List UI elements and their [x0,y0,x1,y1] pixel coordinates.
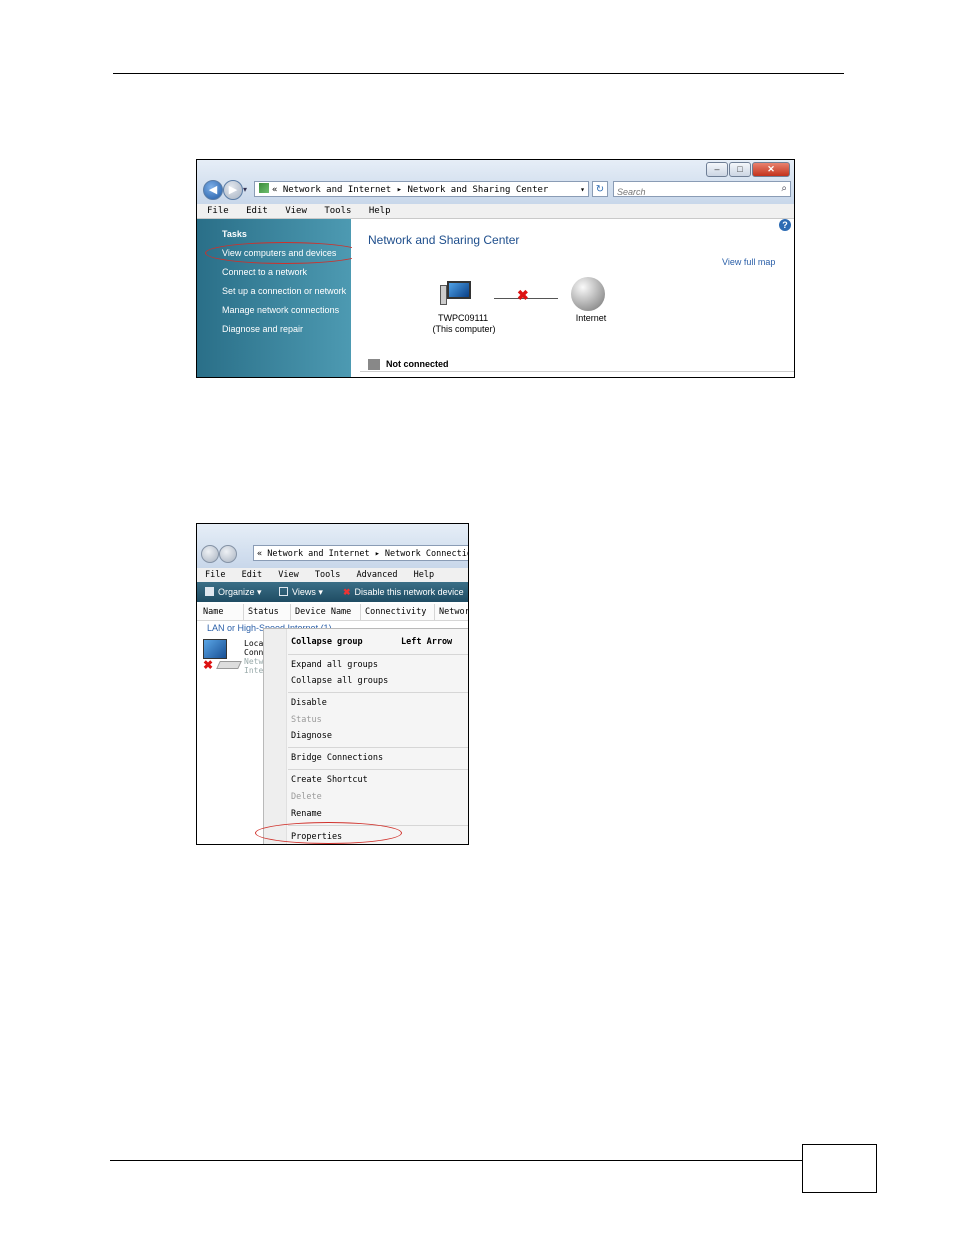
menu-separator [288,769,468,770]
main-content: ? Network and Sharing Center View full m… [352,219,794,377]
window-controls: – □ ✕ [706,162,790,177]
menu-edit[interactable]: Edit [242,570,262,580]
menu-collapse-group[interactable]: Collapse group [291,637,363,647]
column-connectivity[interactable]: Connectivity [360,604,426,620]
organize-button[interactable]: Organize ▾ [205,582,262,602]
disconnected-x-icon: ✖ [517,287,529,303]
organize-icon [205,587,214,596]
highlight-oval [205,242,364,264]
maximize-button[interactable]: □ [729,162,751,177]
address-bar[interactable]: « Network and Internet ▸ Network and Sha… [254,181,589,197]
disable-device-button[interactable]: ✖ Disable this network device [343,582,464,602]
context-menu: Collapse group Left Arrow Expand all gro… [263,628,468,844]
menu-expand-all[interactable]: Expand all groups [291,660,378,670]
computer-icon[interactable] [440,281,476,305]
address-path: « Network and Internet ▸ Network Connect… [257,549,469,559]
forward-button[interactable] [219,545,237,563]
address-bar[interactable]: « Network and Internet ▸ Network Connect… [253,545,469,561]
views-icon [279,587,288,596]
search-box[interactable]: ⌕ [613,181,791,200]
views-button[interactable]: Views ▾ [279,582,323,602]
lan-adapter-icon[interactable] [203,639,227,659]
minimize-button[interactable]: – [706,162,728,177]
internet-label: Internet [575,313,607,323]
menu-bar: File Edit View Tools Advanced Help [197,568,468,582]
menu-status: Status [291,715,322,725]
column-status[interactable]: Status [243,604,279,620]
column-name[interactable]: Name [199,604,223,620]
disable-x-icon: ✖ [343,587,351,597]
menu-delete: Delete [291,792,322,802]
menu-file[interactable]: File [207,206,229,216]
close-button[interactable]: ✕ [752,162,790,177]
menu-separator [288,747,468,748]
menu-tools[interactable]: Tools [324,206,351,216]
view-full-map-link[interactable]: View full map [722,257,775,267]
highlight-oval [255,822,402,844]
menu-advanced[interactable]: Advanced [357,570,398,580]
menu-help[interactable]: Help [414,570,434,580]
search-input[interactable] [614,184,769,200]
connection-status: Not connected [386,359,449,369]
forward-button[interactable]: ▶ [223,180,243,200]
back-button[interactable]: ◀ [203,180,223,200]
footer-rule [110,1160,802,1161]
refresh-button[interactable]: ↻ [592,181,608,197]
tasks-heading: Tasks [222,229,247,239]
column-device-name[interactable]: Device Name [290,604,351,620]
menu-rename[interactable]: Rename [291,809,322,819]
menu-edit[interactable]: Edit [246,206,268,216]
internet-globe-icon[interactable] [571,277,605,311]
page-number-box [802,1144,877,1193]
menu-separator [288,692,468,693]
menu-tools[interactable]: Tools [315,570,341,580]
recent-pages-dropdown[interactable]: ▾ [243,185,247,194]
network-cable-icon [216,661,242,669]
menu-view[interactable]: View [285,206,307,216]
command-bar: Organize ▾ Views ▾ ✖ Disable this network… [197,582,468,602]
menu-help[interactable]: Help [369,206,391,216]
disconnected-x-icon: ✖ [203,658,214,672]
back-button[interactable] [201,545,219,563]
menu-separator [288,654,468,655]
address-path: « Network and Internet ▸ Network and Sha… [272,185,549,195]
menu-collapse-all[interactable]: Collapse all groups [291,676,388,686]
network-status-icon [368,359,380,370]
menu-view[interactable]: View [278,570,298,580]
shortcut-left-arrow: Left Arrow [401,637,453,647]
task-diagnose-repair[interactable]: Diagnose and repair [222,324,303,334]
address-dropdown-icon[interactable]: ▾ [580,182,585,196]
page-title: Network and Sharing Center [368,233,520,247]
menu-diagnose[interactable]: Diagnose [291,731,332,741]
menu-disable[interactable]: Disable [291,698,327,708]
task-manage-connections[interactable]: Manage network connections [222,305,339,315]
network-connections-window: « Network and Internet ▸ Network Connect… [196,523,469,845]
window-chrome: – □ ✕ ◀ ▶ ▾ « Network and Internet ▸ Net… [197,160,794,204]
search-icon[interactable]: ⌕ [781,183,787,194]
menu-create-shortcut[interactable]: Create Shortcut [291,775,368,785]
status-divider [360,371,794,372]
menu-bridge-connections[interactable]: Bridge Connections [291,753,383,763]
menu-bar: File Edit View Tools Help [197,204,794,219]
help-icon[interactable]: ? [779,219,791,231]
menu-file[interactable]: File [205,570,225,580]
header-rule [113,73,844,74]
task-setup-connection[interactable]: Set up a connection or network [222,286,346,296]
context-menu-gutter [264,629,287,844]
computer-subtitle: (This computer) [432,324,496,334]
network-folder-icon [259,183,269,193]
column-headers: Name Status Device Name Connectivity Net… [197,604,468,621]
network-sharing-center-window: – □ ✕ ◀ ▶ ▾ « Network and Internet ▸ Net… [196,159,795,378]
column-network[interactable]: Network [434,604,468,620]
task-connect-network[interactable]: Connect to a network [222,267,307,277]
window-chrome: « Network and Internet ▸ Network Connect… [197,524,468,568]
computer-name: TWPC09111 [438,313,489,323]
